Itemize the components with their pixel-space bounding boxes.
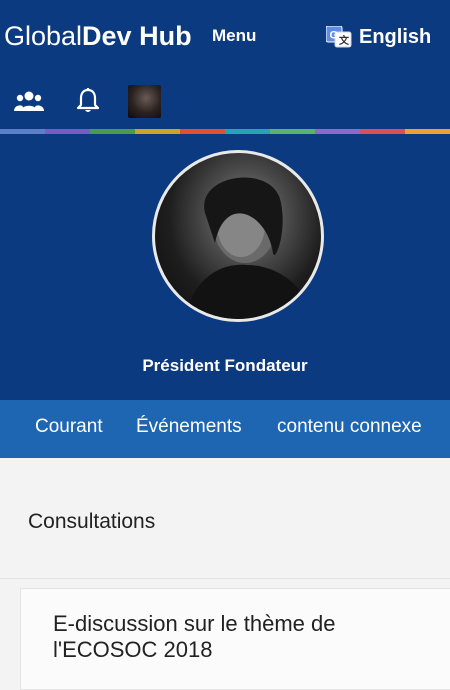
header-icon-row xyxy=(0,85,450,118)
profile-avatar[interactable] xyxy=(128,85,161,118)
site-logo[interactable]: GlobalDev Hub xyxy=(4,20,192,52)
users-icon[interactable] xyxy=(14,89,44,113)
tab-courant[interactable]: Courant xyxy=(35,416,103,438)
profile-photo xyxy=(152,150,324,322)
menu-button[interactable]: Menu xyxy=(212,26,256,46)
brand-bold-text: Dev Hub xyxy=(82,21,192,51)
profile-role: Président Fondateur xyxy=(142,356,308,375)
svg-text:文: 文 xyxy=(339,34,350,47)
card-title[interactable]: E-discussion sur le thème de l'ECOSOC 20… xyxy=(53,611,413,663)
top-header: GlobalDev Hub Menu G 文 English xyxy=(0,0,450,134)
translate-icon: G 文 xyxy=(325,25,352,48)
profile-tabs: Courant Événements contenu connexe xyxy=(0,400,450,458)
language-selector[interactable]: G 文 English xyxy=(325,24,432,50)
profile-banner: Président Fondateur xyxy=(0,134,450,400)
consultation-card[interactable]: E-discussion sur le thème de l'ECOSOC 20… xyxy=(20,588,450,690)
brand-light-text: Global xyxy=(4,21,83,51)
bell-icon[interactable] xyxy=(76,87,100,115)
language-label: English xyxy=(359,25,432,48)
main-content: Consultations E-discussion sur le thème … xyxy=(0,458,450,690)
section-divider xyxy=(0,578,450,579)
tab-evenements[interactable]: Événements xyxy=(136,416,242,438)
tab-contenu-connexe[interactable]: contenu connexe xyxy=(277,416,422,438)
section-title: Consultations xyxy=(28,510,156,533)
svg-text:G: G xyxy=(330,30,339,42)
